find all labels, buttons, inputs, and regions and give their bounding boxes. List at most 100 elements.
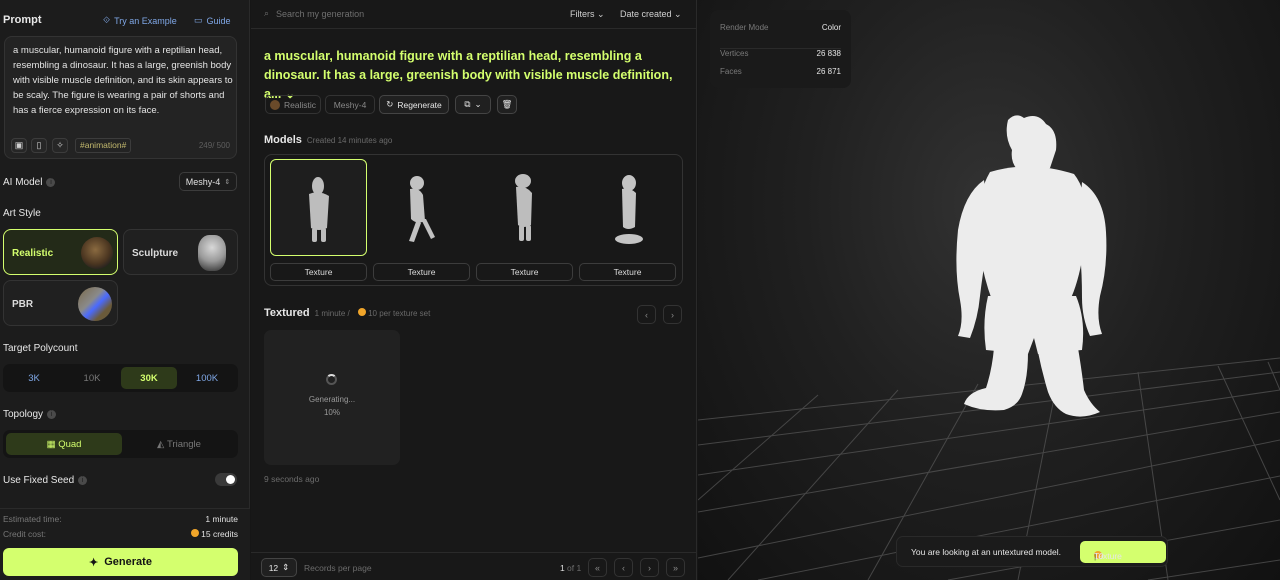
style-pbr[interactable]: PBR xyxy=(3,280,118,326)
copy-dropdown-button[interactable]: ⧉ ⌄ xyxy=(455,95,491,114)
topology-quad[interactable]: ▦ Quad xyxy=(6,433,122,455)
realistic-avatar-icon xyxy=(269,99,280,110)
topology-text: Topology xyxy=(3,409,44,420)
updown-icon: ⇕ xyxy=(282,562,290,572)
polycount-30k[interactable]: 30K xyxy=(121,367,177,389)
prompt-text[interactable]: a muscular, humanoid figure with a repti… xyxy=(13,43,233,118)
style-realistic[interactable]: Realistic xyxy=(3,229,118,275)
animation-tag[interactable]: #animation# xyxy=(75,138,132,153)
first-page-button[interactable]: « xyxy=(588,558,607,577)
last-page-button[interactable]: » xyxy=(666,558,685,577)
chevron-left-icon: ‹ xyxy=(645,309,648,320)
records-per-page-select[interactable]: 12 ⇕ xyxy=(261,558,297,577)
model-chip: Meshy-4 xyxy=(325,95,375,114)
estimated-time-value: 1 minute xyxy=(205,514,238,524)
textured-time: 1 minute / xyxy=(314,309,350,318)
render-mode-value: Color xyxy=(821,23,841,32)
search-input[interactable]: ⌕ Search my generation xyxy=(264,8,364,19)
style-sculpture[interactable]: Sculpture xyxy=(123,229,238,275)
textured-label: Textured xyxy=(264,307,310,319)
polycount-100k[interactable]: 100K xyxy=(179,367,235,389)
coin-icon xyxy=(190,529,199,537)
model-thumbnail-3[interactable] xyxy=(476,159,573,256)
models-created: Created 14 minutes ago xyxy=(306,136,393,145)
book-prompt-icon[interactable]: ▯ xyxy=(31,138,47,153)
estimated-time-row: Estimated time: 1 minute xyxy=(3,514,238,524)
prev-page-button[interactable]: ‹ xyxy=(614,558,633,577)
polycount-3k[interactable]: 3K xyxy=(6,367,62,389)
topology-triangle[interactable]: ◭ Triangle xyxy=(123,433,235,455)
refresh-icon: ↻ xyxy=(386,99,394,109)
generate-button[interactable]: ✦ Generate xyxy=(3,548,238,576)
model-thumbnail-2[interactable] xyxy=(373,159,470,256)
models-label: Models xyxy=(264,134,302,146)
faces-row: Faces 26 871 xyxy=(720,67,841,76)
info-icon[interactable]: i xyxy=(78,475,88,485)
texture-progress-card[interactable]: Generating... 10% xyxy=(264,330,400,465)
search-icon: ⌕ xyxy=(264,8,270,18)
texture-button-2[interactable]: Texture xyxy=(373,263,470,281)
prompt-input[interactable]: a muscular, humanoid figure with a repti… xyxy=(4,36,237,159)
style-pbr-label: PBR xyxy=(12,299,34,310)
magic-enhance-icon[interactable]: ✧ xyxy=(52,138,68,153)
style-sculpture-label: Sculpture xyxy=(132,248,179,259)
info-icon[interactable]: i xyxy=(47,409,57,419)
topology-label: Topology i xyxy=(3,409,57,420)
model-thumbnail-1[interactable] xyxy=(270,159,367,256)
guide-link[interactable]: ▭ Guide xyxy=(194,15,231,26)
try-example-link[interactable]: ⟐ Try an Example xyxy=(103,15,177,26)
credit-cost-text: 15 credits xyxy=(201,529,238,539)
texture-model-label: Texture xyxy=(1094,551,1122,561)
3d-viewer[interactable]: Render Mode Color Vertices 26 838 Faces 26 … xyxy=(698,0,1280,580)
texture-button-1[interactable]: Texture xyxy=(270,263,367,281)
realistic-thumbnail xyxy=(81,237,113,269)
ai-model-label: AI Model i xyxy=(3,177,56,188)
generation-time: 9 seconds ago xyxy=(264,474,320,484)
regenerate-button[interactable]: ↻ Regenerate xyxy=(379,95,449,114)
coin-icon xyxy=(357,308,366,316)
page-total: of 1 xyxy=(567,563,582,573)
generation-title-text: a muscular, humanoid figure with a repti… xyxy=(264,49,673,101)
render-mode-row[interactable]: Render Mode Color xyxy=(720,23,841,32)
estimated-time-label: Estimated time: xyxy=(3,514,62,524)
texture-model-button[interactable]: 10 | Texture xyxy=(1080,541,1166,563)
model-preview-4 xyxy=(615,175,643,244)
untextured-notice-text: You are looking at an untextured model. xyxy=(911,547,1061,557)
chevron-right-icon: › xyxy=(671,309,674,320)
delete-button[interactable]: 🗑 xyxy=(497,95,517,114)
book-icon: ▭ xyxy=(194,15,203,25)
filters-dropdown[interactable]: Filters ⌄ xyxy=(570,9,605,20)
fixed-seed-toggle[interactable] xyxy=(215,473,237,486)
ai-model-select[interactable]: Meshy-4 ⇕ xyxy=(179,172,237,191)
search-bar: ⌕ Search my generation Filters ⌄ Date cre… xyxy=(251,0,697,29)
faces-value: 26 871 xyxy=(816,67,841,76)
grid-icon: ▦ xyxy=(46,438,56,450)
char-counter: 249/ 500 xyxy=(198,141,230,150)
prev-button[interactable]: ‹ xyxy=(637,305,656,324)
faces-label: Faces xyxy=(720,67,742,76)
sort-label: Date created xyxy=(620,9,672,19)
next-page-button[interactable]: › xyxy=(640,558,659,577)
model-preview-1 xyxy=(309,177,329,242)
polycount-10k[interactable]: 10K xyxy=(64,367,120,389)
trash-icon: 🗑 xyxy=(501,99,513,109)
sparkle-icon: ✦ xyxy=(89,556,99,569)
texture-button-3[interactable]: Texture xyxy=(476,263,573,281)
pbr-thumbnail xyxy=(78,287,112,321)
textured-cost: 10 per texture set xyxy=(357,308,430,318)
next-button[interactable]: › xyxy=(663,305,682,324)
double-chevron-left-icon: « xyxy=(594,562,600,573)
model-thumbnail-4[interactable] xyxy=(579,159,676,256)
generating-text: Generating... xyxy=(308,395,356,404)
sort-dropdown[interactable]: Date created ⌄ xyxy=(620,9,682,20)
texture-button-4[interactable]: Texture xyxy=(579,263,676,281)
image-prompt-icon[interactable]: ▣ xyxy=(11,138,27,153)
vertices-row: Vertices 26 838 xyxy=(720,48,841,58)
info-icon[interactable]: i xyxy=(46,177,56,187)
art-style-label: Art Style xyxy=(3,208,41,219)
topology-selector: ▦ Quad ◭ Triangle xyxy=(3,430,238,458)
regenerate-label: Regenerate xyxy=(397,99,442,110)
model-preview-2 xyxy=(409,176,435,242)
models-grid: Texture Texture Texture Texture xyxy=(264,154,683,286)
generation-panel: ⌕ Search my generation Filters ⌄ Date cre… xyxy=(251,0,697,580)
